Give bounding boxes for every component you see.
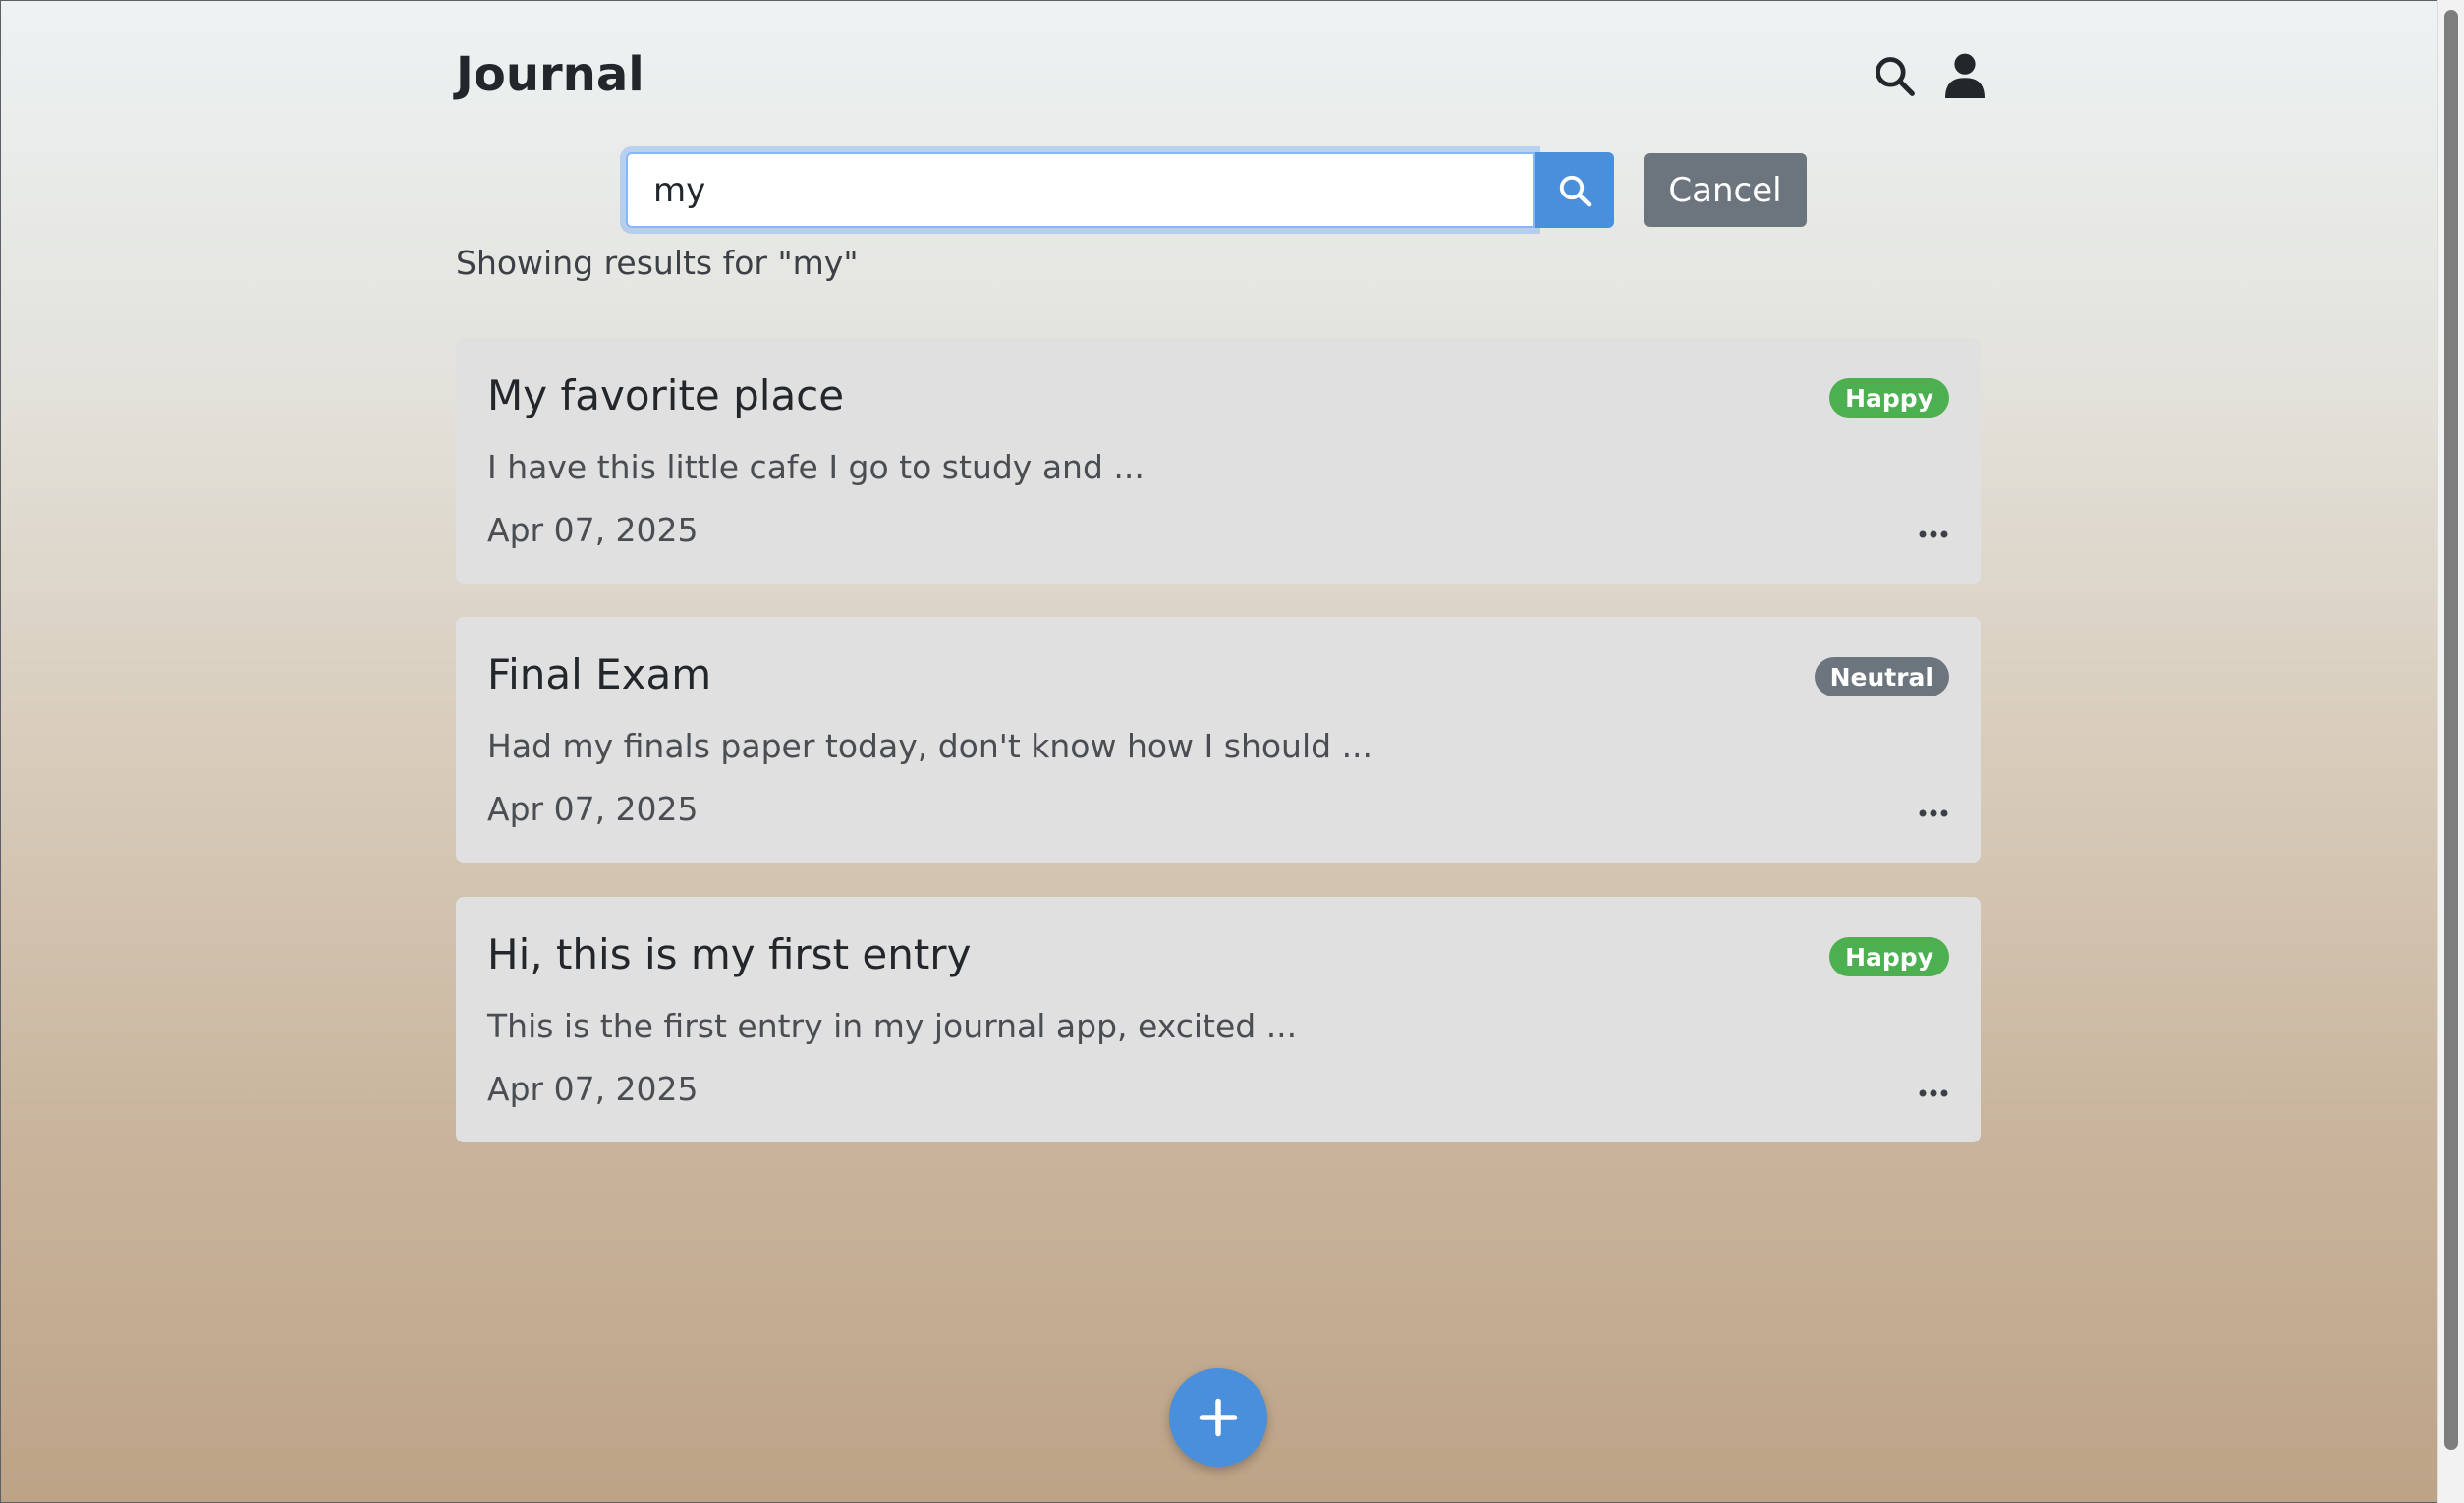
scrollbar-thumb[interactable]	[2444, 10, 2458, 1450]
more-horizontal-icon	[1919, 1089, 1948, 1097]
search-results-label: Showing results for "my"	[456, 244, 859, 282]
app-title: Journal	[456, 47, 644, 102]
entry-title: My favorite place	[487, 371, 845, 419]
search-icon	[1559, 175, 1591, 206]
user-icon	[1945, 53, 1985, 98]
entry-card[interactable]: Hi, this is my first entry Happy This is…	[456, 897, 1981, 1142]
search-bar: Cancel	[626, 152, 1807, 228]
entry-menu-button[interactable]	[1910, 794, 1957, 833]
new-entry-button[interactable]	[1169, 1368, 1267, 1467]
plus-icon	[1199, 1398, 1238, 1437]
mood-badge: Happy	[1829, 378, 1949, 418]
entry-date: Apr 07, 2025	[487, 1070, 699, 1108]
search-submit-button[interactable]	[1535, 152, 1614, 228]
entry-snippet: I have this little cafe I go to study an…	[487, 448, 1145, 486]
more-horizontal-icon	[1919, 809, 1948, 817]
more-horizontal-icon	[1919, 530, 1948, 538]
header-profile-button[interactable]	[1941, 51, 1988, 100]
mood-badge: Happy	[1829, 937, 1949, 976]
app-header: Journal	[456, 39, 1985, 118]
entry-menu-button[interactable]	[1910, 1074, 1957, 1113]
entry-snippet: This is the first entry in my journal ap…	[487, 1007, 1298, 1045]
entry-card[interactable]: My favorite place Happy I have this litt…	[456, 338, 1981, 584]
scrollbar[interactable]	[2437, 0, 2464, 1503]
entry-date: Apr 07, 2025	[487, 790, 699, 828]
entry-snippet: Had my finals paper today, don't know ho…	[487, 727, 1373, 765]
entry-date: Apr 07, 2025	[487, 511, 699, 549]
mood-badge: Neutral	[1814, 657, 1949, 696]
entry-title: Hi, this is my first entry	[487, 930, 972, 978]
search-input[interactable]	[626, 152, 1535, 228]
entry-title: Final Exam	[487, 650, 712, 698]
entry-card[interactable]: Final Exam Neutral Had my finals paper t…	[456, 617, 1981, 863]
search-icon	[1876, 57, 1915, 96]
entry-menu-button[interactable]	[1910, 515, 1957, 554]
header-search-button[interactable]	[1871, 51, 1918, 100]
cancel-button[interactable]: Cancel	[1644, 153, 1807, 227]
